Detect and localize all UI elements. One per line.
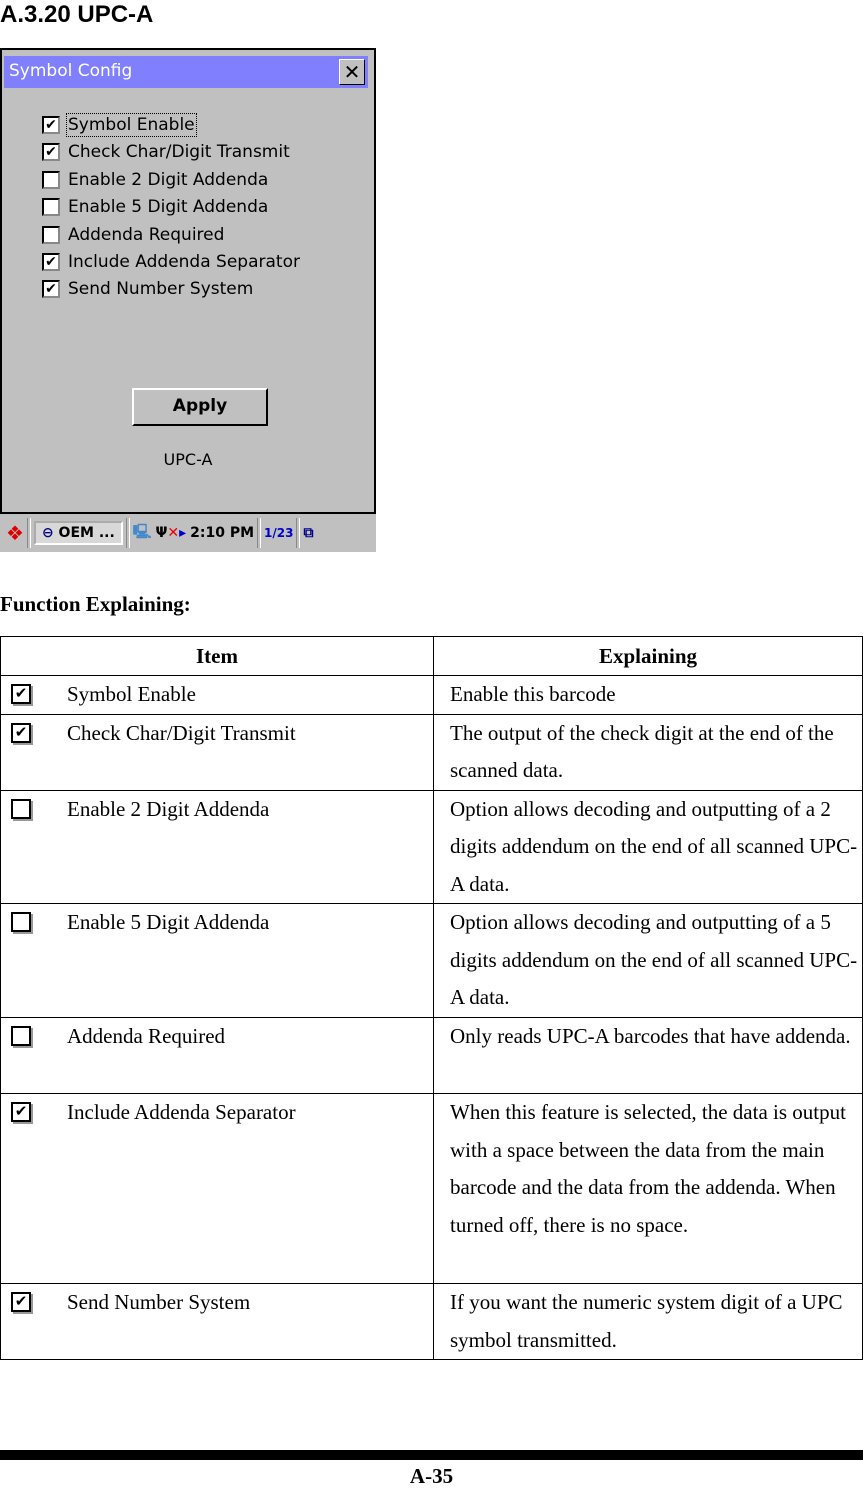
table-row: ✔ Symbol Enable Enable this barcode xyxy=(0,675,863,715)
close-button[interactable]: ✕ xyxy=(339,59,365,85)
unchecked-box-icon xyxy=(11,1026,31,1046)
item-label: Enable 2 Digit Addenda xyxy=(67,796,270,821)
checkbox-label: Enable 5 Digit Addenda xyxy=(68,197,269,218)
arrow-icon: ▸ xyxy=(179,525,187,541)
windows-icon[interactable]: ⧉ xyxy=(303,525,313,541)
task-label: OEM ... xyxy=(58,525,115,541)
explaining-cell: Enable this barcode xyxy=(433,675,863,715)
item-label: Check Char/Digit Transmit xyxy=(67,720,296,745)
checkbox-row[interactable]: ✔ Send Number System xyxy=(42,276,253,302)
explaining-cell: Option allows decoding and outputting of… xyxy=(433,789,863,904)
item-cell: ✔ Symbol Enable xyxy=(0,675,434,715)
checkbox-row[interactable]: ✔ Check Char/Digit Transmit xyxy=(42,139,290,165)
unchecked-box-icon xyxy=(11,912,31,932)
checkbox[interactable]: ✔ xyxy=(42,253,60,271)
explaining-cell: Only reads UPC-A barcodes that have adde… xyxy=(433,1017,863,1094)
item-cell: ✔ Include Addenda Separator xyxy=(0,1093,434,1284)
network-icon[interactable]: 🖳 xyxy=(133,521,152,545)
checkbox[interactable]: ✔ xyxy=(42,280,60,299)
checkbox[interactable] xyxy=(42,198,60,217)
taskbar: ❖ ⊖ OEM ... 🖳 Ψ✕ ▸ 2:10 PM 1/23 ⧉ xyxy=(0,512,376,552)
checkbox-row[interactable]: ✔ Symbol Enable xyxy=(42,112,197,138)
checkbox-row[interactable]: ✔ Include Addenda Separator xyxy=(42,249,300,275)
checkbox-label: Addenda Required xyxy=(68,224,225,245)
close-icon: ✕ xyxy=(343,60,361,84)
item-label: Symbol Enable xyxy=(67,682,196,706)
checked-box-icon: ✔ xyxy=(11,1102,31,1122)
item-cell: Enable 5 Digit Addenda xyxy=(0,903,434,1018)
taskbar-separator xyxy=(257,518,262,548)
item-label: Enable 5 Digit Addenda xyxy=(67,910,270,934)
explaining-cell: When this feature is selected, the data … xyxy=(433,1093,863,1284)
page-number: A-35 xyxy=(409,1464,454,1488)
task-button[interactable]: ⊖ OEM ... xyxy=(33,521,123,545)
table-row: ✔ Check Char/Digit Transmit The output of … xyxy=(0,713,863,791)
checkbox-row[interactable]: Addenda Required xyxy=(42,222,224,248)
checkbox-label: Send Number System xyxy=(68,279,254,300)
column-header-item: Item xyxy=(0,636,434,676)
check-icon: ✔ xyxy=(45,144,57,161)
table-row: Enable 2 Digit Addenda Option allows deco… xyxy=(0,789,863,904)
unchecked-box-icon xyxy=(11,798,31,819)
device-screenshot: Symbol Config ✕ ✔ Symbol Enable ✔ Check Cha… xyxy=(0,48,376,552)
checkbox-label: Check Char/Digit Transmit xyxy=(68,142,290,163)
app-icon: ⊖ xyxy=(41,525,59,541)
explaining-cell: If you want the numeric system digit of … xyxy=(433,1283,863,1360)
checkbox-row[interactable]: Enable 5 Digit Addenda xyxy=(42,194,268,220)
item-cell: Addenda Required xyxy=(0,1017,434,1094)
item-cell: Enable 2 Digit Addenda xyxy=(0,789,434,904)
table-row: Addenda Required Only reads UPC-A barcode… xyxy=(0,1017,863,1094)
checked-box-icon: ✔ xyxy=(11,722,31,743)
section-heading: A.3.20 UPC-A xyxy=(0,1,154,28)
explaining-cell: The output of the check digit at the end… xyxy=(433,713,863,791)
clock[interactable]: 2:10 PM xyxy=(190,525,254,541)
checkbox[interactable] xyxy=(42,170,60,189)
item-cell: ✔ Send Number System xyxy=(0,1283,434,1360)
check-icon: ✔ xyxy=(45,254,57,270)
dialog-title: Symbol Config xyxy=(9,61,133,81)
input-label: 1/23 xyxy=(264,526,294,540)
item-cell: ✔ Check Char/Digit Transmit xyxy=(0,713,434,791)
checkbox-row[interactable]: Enable 2 Digit Addenda xyxy=(42,167,268,193)
taskbar-separator xyxy=(125,518,130,548)
function-heading: Function Explaining: xyxy=(0,592,191,616)
check-icon: ✔ xyxy=(45,281,57,298)
table-row: ✔ Send Number System If you want the numer… xyxy=(0,1283,863,1360)
dialog-titlebar: Symbol Config ✕ xyxy=(4,56,368,88)
taskbar-separator xyxy=(296,518,301,548)
checked-box-icon: ✔ xyxy=(11,684,31,704)
apply-button[interactable]: Apply xyxy=(132,388,268,426)
taskbar-separator xyxy=(26,518,31,548)
explaining-cell: Option allows decoding and outputting of… xyxy=(433,903,863,1018)
table-row: Enable 5 Digit Addenda Option allows deco… xyxy=(0,903,863,1018)
checked-box-icon: ✔ xyxy=(11,1292,31,1312)
item-label: Include Addenda Separator xyxy=(67,1100,296,1124)
checkbox-label: Include Addenda Separator xyxy=(68,252,300,272)
checkbox[interactable]: ✔ xyxy=(42,143,60,162)
check-icon: ✔ xyxy=(45,117,57,133)
checkbox-label: Enable 2 Digit Addenda xyxy=(68,169,269,190)
symbology-label: UPC-A xyxy=(163,450,213,469)
footer-rule xyxy=(0,1450,863,1460)
table-row: ✔ Include Addenda Separator When this feat… xyxy=(0,1093,863,1284)
checkbox-label: Symbol Enable xyxy=(66,113,197,137)
item-label: Send Number System xyxy=(67,1290,251,1314)
start-icon[interactable]: ❖ xyxy=(6,521,24,545)
checkbox[interactable] xyxy=(42,225,60,244)
column-header-explaining: Explaining xyxy=(433,636,863,676)
item-label: Addenda Required xyxy=(67,1024,226,1048)
antenna-off-icon[interactable]: Ψ✕ xyxy=(155,525,179,541)
function-table: Item Explaining ✔ Symbol Enable Enable thi… xyxy=(0,636,863,1360)
input-panel-icon[interactable]: 1/23 xyxy=(264,526,293,540)
checkbox[interactable]: ✔ xyxy=(42,116,60,134)
